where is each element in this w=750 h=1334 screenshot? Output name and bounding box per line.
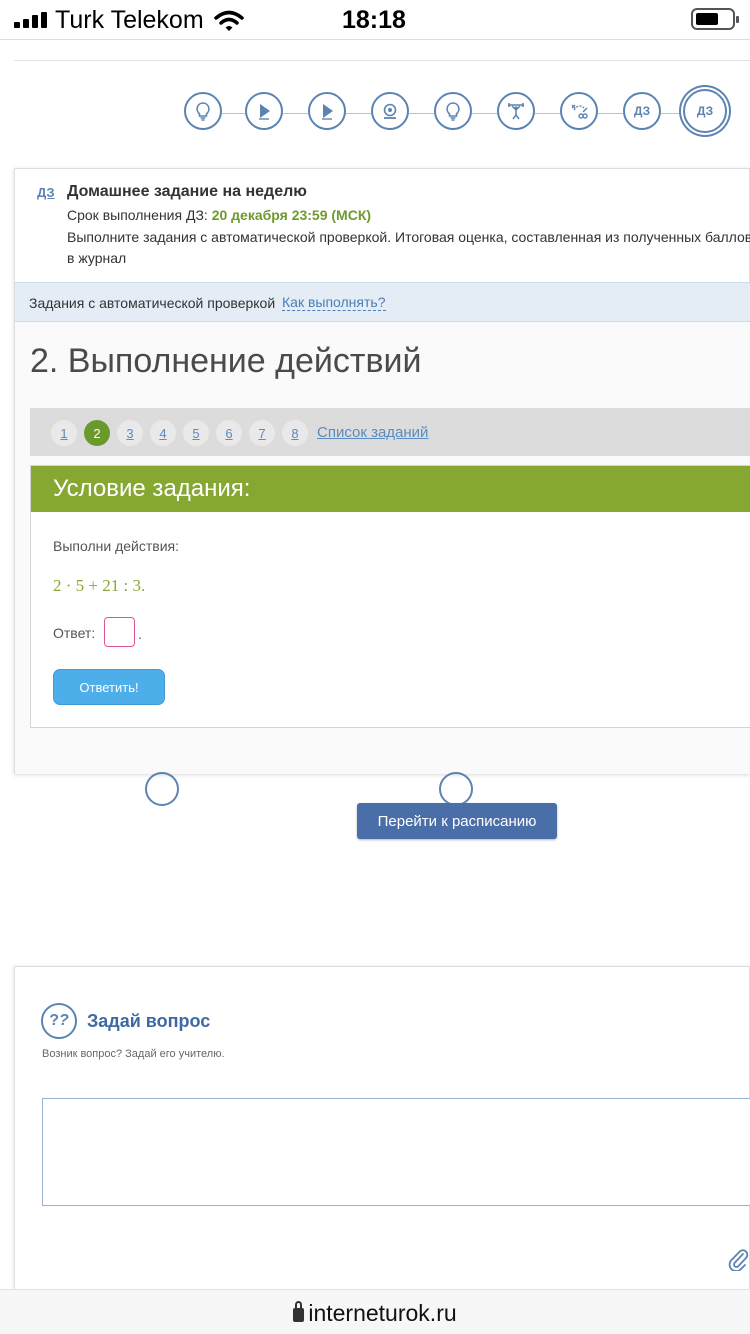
page-link-4[interactable]: 4 — [150, 420, 176, 446]
condition-header-text: Условие задания: — [53, 475, 251, 502]
weightlifter-icon — [508, 103, 524, 120]
homework-icon: ДЗ — [633, 104, 651, 118]
deadline-value: 20 декабря 23:59 (МСК) — [211, 207, 372, 223]
play-icon — [322, 104, 333, 120]
condition-header: Условие задания: — [31, 466, 750, 512]
status-bar: Turk Telekom 18:18 — [0, 0, 750, 40]
homework-title: Домашнее задание на неделю — [67, 183, 307, 200]
deadline-label: Срок выполнения ДЗ: — [67, 207, 208, 223]
bottom-step-circle[interactable] — [439, 772, 473, 806]
clock: 18:18 — [342, 6, 406, 34]
answer-suffix: . — [138, 626, 142, 642]
homework-deadline: Срок выполнения ДЗ: 20 декабря 23:59 (МС… — [67, 207, 371, 223]
step-trainer[interactable] — [497, 92, 535, 130]
page-link-7[interactable]: 7 — [249, 420, 275, 446]
submit-answer-button[interactable]: Ответить! — [53, 669, 165, 705]
page-link-3[interactable]: 3 — [117, 420, 143, 446]
paperclip-icon[interactable] — [727, 1247, 749, 1271]
task-pager: 1 2 3 4 5 6 7 8 Список заданий — [30, 408, 750, 456]
url-text: interneturok.ru — [308, 1300, 457, 1326]
divider — [14, 60, 750, 61]
answer-label: Ответ: — [53, 625, 96, 641]
step-video-2[interactable] — [308, 92, 346, 130]
task-condition: Условие задания: Выполни действия: 2 · 5… — [30, 465, 750, 728]
description-line: в журнал — [67, 250, 127, 266]
step-webcam[interactable] — [371, 92, 409, 130]
task-list-link[interactable]: Список заданий — [317, 424, 428, 441]
bottom-step-circle[interactable] — [145, 772, 179, 806]
step-homework-1[interactable]: ДЗ — [623, 92, 661, 130]
lightbulb-icon — [196, 102, 210, 121]
auto-check-bar: Задания с автоматической проверкой Как в… — [15, 282, 750, 322]
play-icon — [259, 104, 270, 120]
homework-description: Выполните задания с автоматической прове… — [67, 227, 750, 269]
url-display[interactable]: interneturok.ru — [0, 1300, 750, 1327]
go-to-schedule-button[interactable]: Перейти к расписанию — [357, 803, 557, 839]
lock-icon — [293, 1301, 305, 1322]
lightbulb-icon — [446, 102, 460, 121]
carrier-name: Turk Telekom — [55, 6, 204, 34]
answer-input[interactable] — [104, 617, 135, 647]
wifi-icon — [214, 10, 244, 31]
lesson-steps: ДЗ ДЗ — [184, 89, 750, 136]
page-link-1[interactable]: 1 — [51, 420, 77, 446]
browser-url-bar[interactable]: interneturok.ru — [0, 1289, 750, 1334]
step-homework-2[interactable]: ДЗ — [683, 89, 727, 133]
description-line: Выполните задания с автоматической прове… — [67, 229, 750, 245]
page-link-2-current[interactable]: 2 — [84, 420, 110, 446]
signal-icon — [14, 12, 48, 28]
divider — [0, 39, 750, 40]
step-lightbulb[interactable] — [184, 92, 222, 130]
battery-icon — [691, 8, 739, 30]
page-link-6[interactable]: 6 — [216, 420, 242, 446]
task-question: Выполни действия: — [53, 538, 179, 554]
page-link-8[interactable]: 8 — [282, 420, 308, 446]
tactics-icon — [571, 104, 588, 119]
question-icon: ?? — [41, 1003, 77, 1039]
webcam-icon — [383, 103, 397, 119]
auto-check-label: Задания с автоматической проверкой — [29, 295, 276, 311]
step-lightbulb-2[interactable] — [434, 92, 472, 130]
task-area: 2. Выполнение действий 1 2 3 4 5 6 7 8 С… — [15, 322, 750, 774]
how-to-link[interactable]: Как выполнять? — [282, 295, 386, 311]
ask-subtitle: Возник вопрос? Задай его учителю. — [42, 1048, 225, 1060]
homework-card: ДЗ Домашнее задание на неделю Срок выпол… — [14, 168, 750, 806]
step-video-1[interactable] — [245, 92, 283, 130]
task-title: 2. Выполнение действий — [30, 342, 422, 380]
page-link-5[interactable]: 5 — [183, 420, 209, 446]
ask-title: Задай вопрос — [87, 1011, 211, 1031]
homework-badge-icon: ДЗ — [37, 185, 55, 200]
step-tactics[interactable] — [560, 92, 598, 130]
ask-question-card: ?? Задай вопрос Возник вопрос? Задай его… — [14, 966, 750, 1296]
question-textarea[interactable] — [42, 1098, 750, 1206]
task-expression: 2 · 5 + 21 : 3. — [53, 576, 146, 595]
homework-icon: ДЗ — [696, 104, 714, 118]
